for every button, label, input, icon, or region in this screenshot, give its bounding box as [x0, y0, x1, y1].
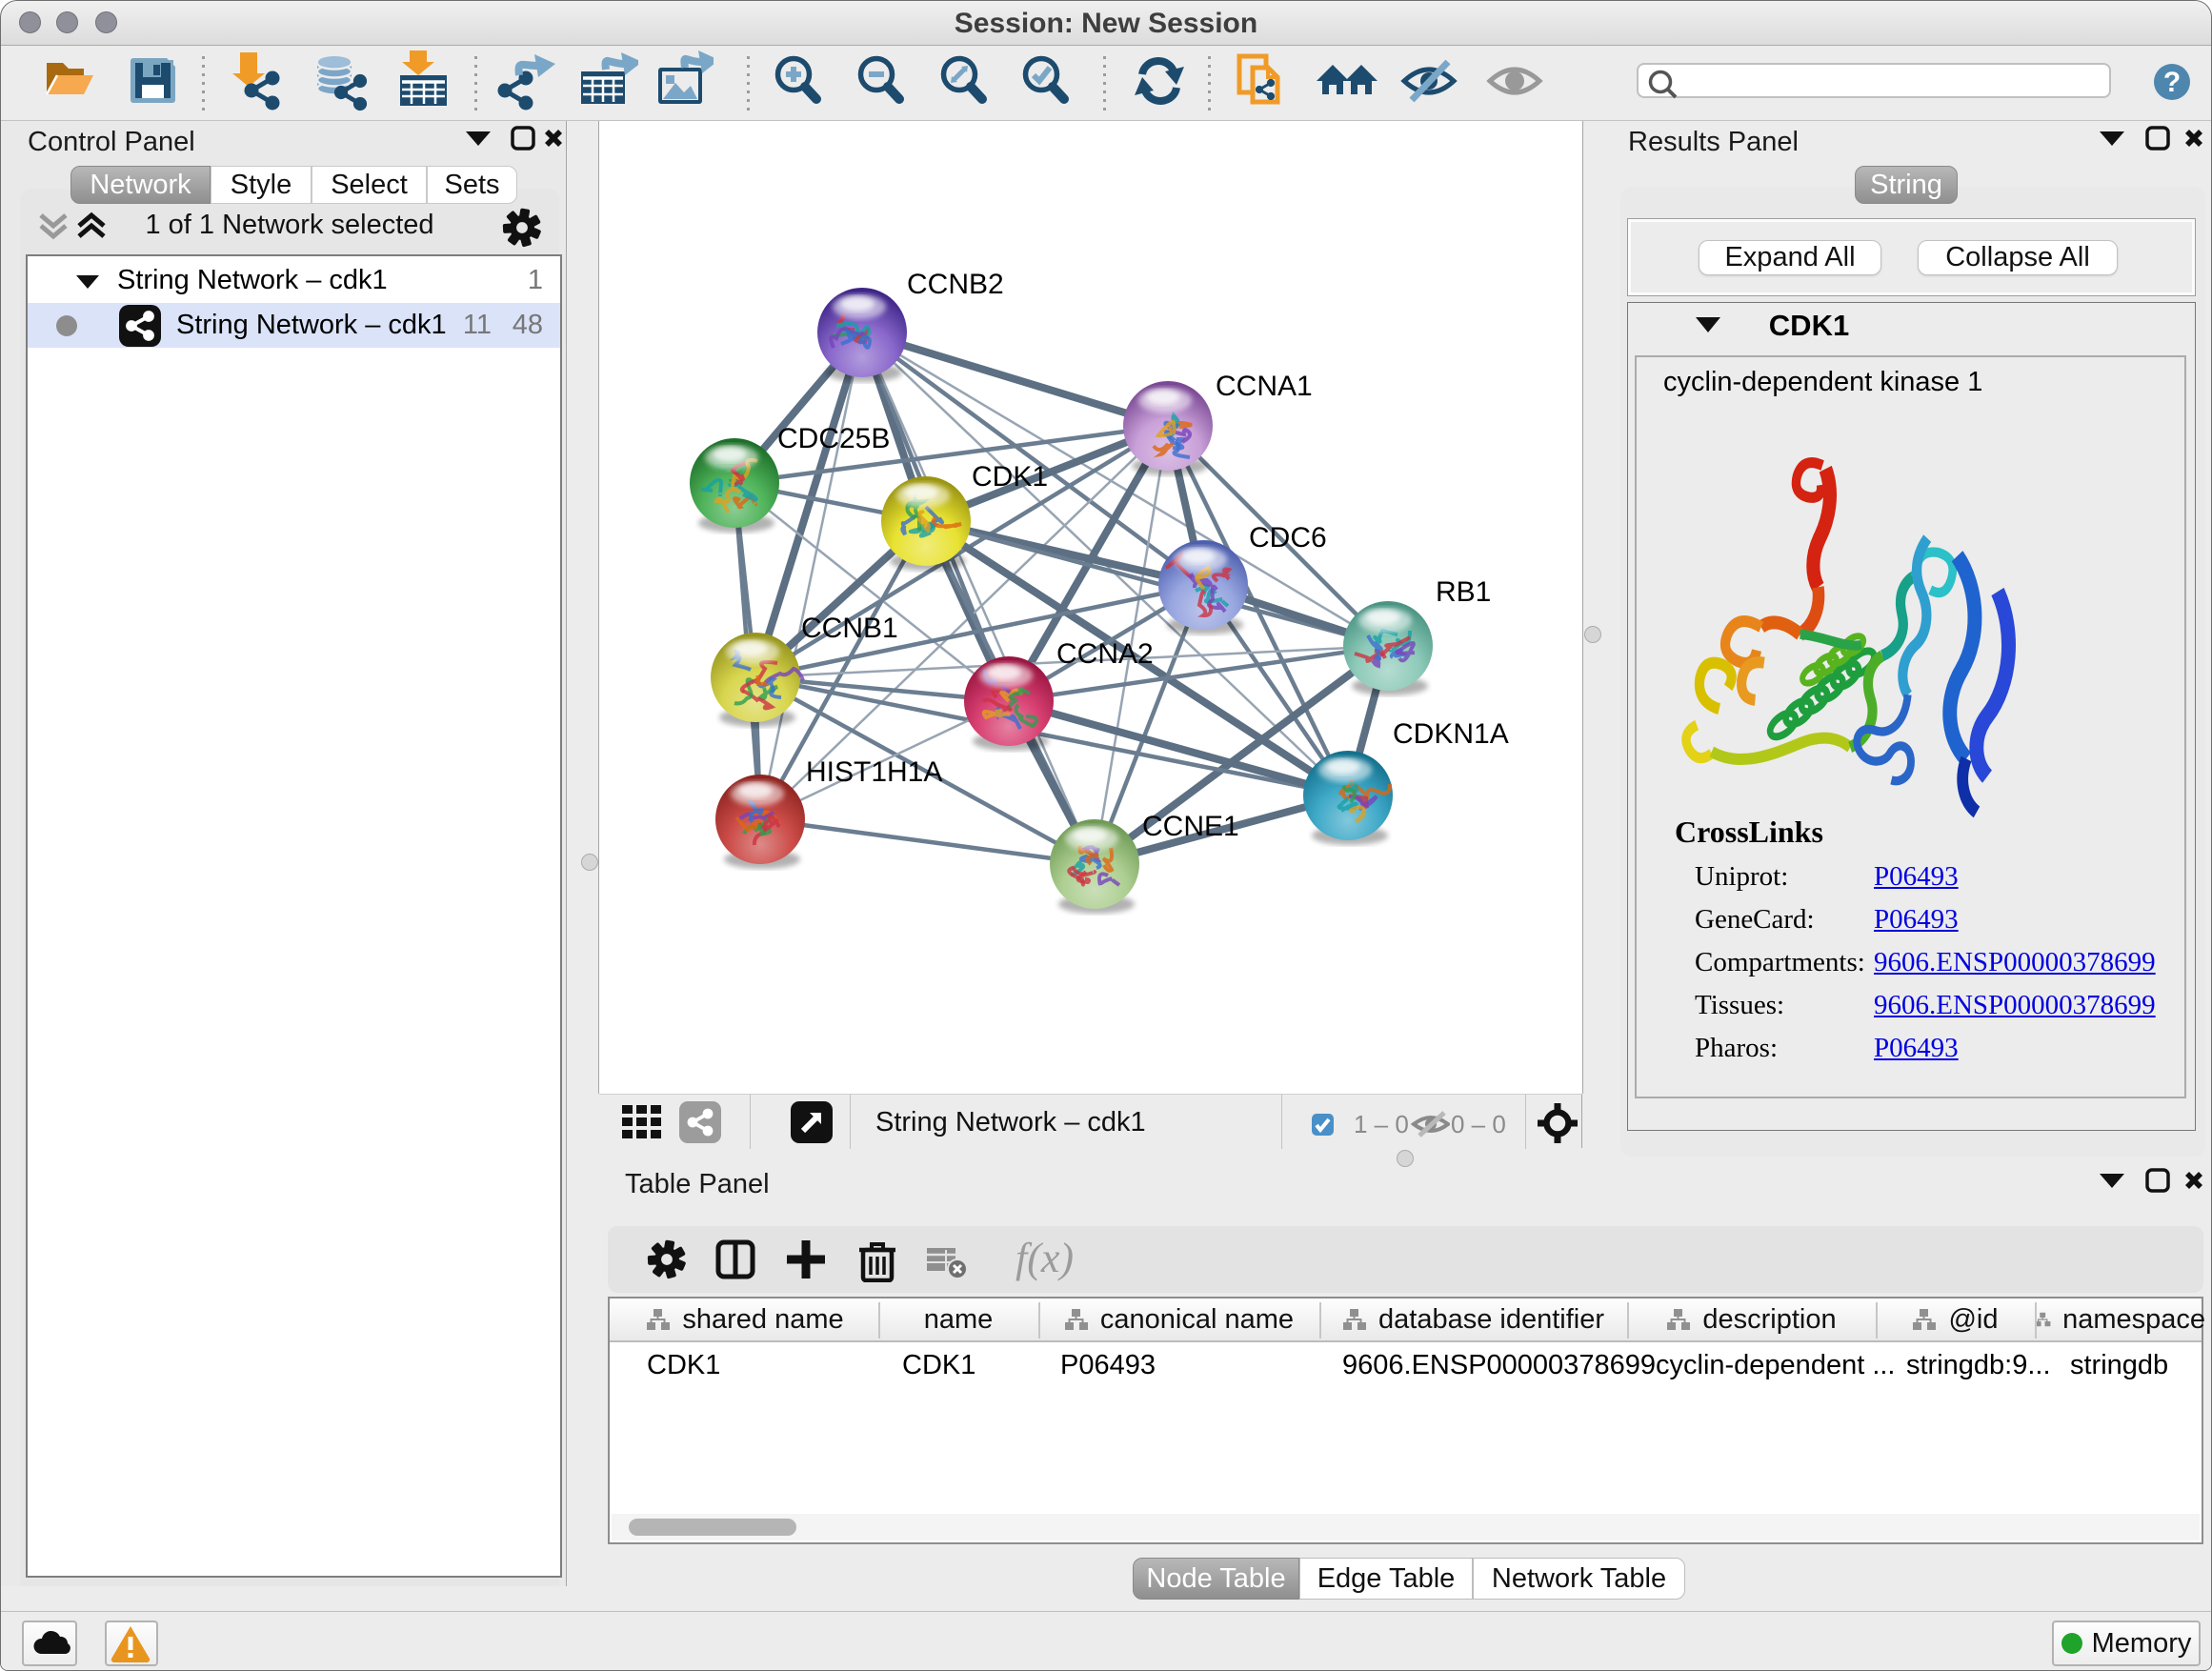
svg-text:CDKN1A: CDKN1A — [1393, 718, 1509, 750]
svg-text:?: ? — [2163, 67, 2181, 98]
svg-text:CCNE1: CCNE1 — [1142, 811, 1239, 842]
svg-text:CCNB1: CCNB1 — [801, 613, 898, 644]
svg-text:CDC25B: CDC25B — [777, 423, 890, 454]
svg-text:CCNA1: CCNA1 — [1216, 371, 1313, 402]
svg-text:CDK1: CDK1 — [972, 461, 1048, 493]
svg-text:RB1: RB1 — [1436, 576, 1491, 608]
svg-text:CCNB2: CCNB2 — [907, 269, 1004, 300]
svg-text:HIST1H1A: HIST1H1A — [806, 756, 942, 788]
svg-text:CCNA2: CCNA2 — [1056, 638, 1154, 670]
svg-text:CDC6: CDC6 — [1249, 522, 1327, 554]
